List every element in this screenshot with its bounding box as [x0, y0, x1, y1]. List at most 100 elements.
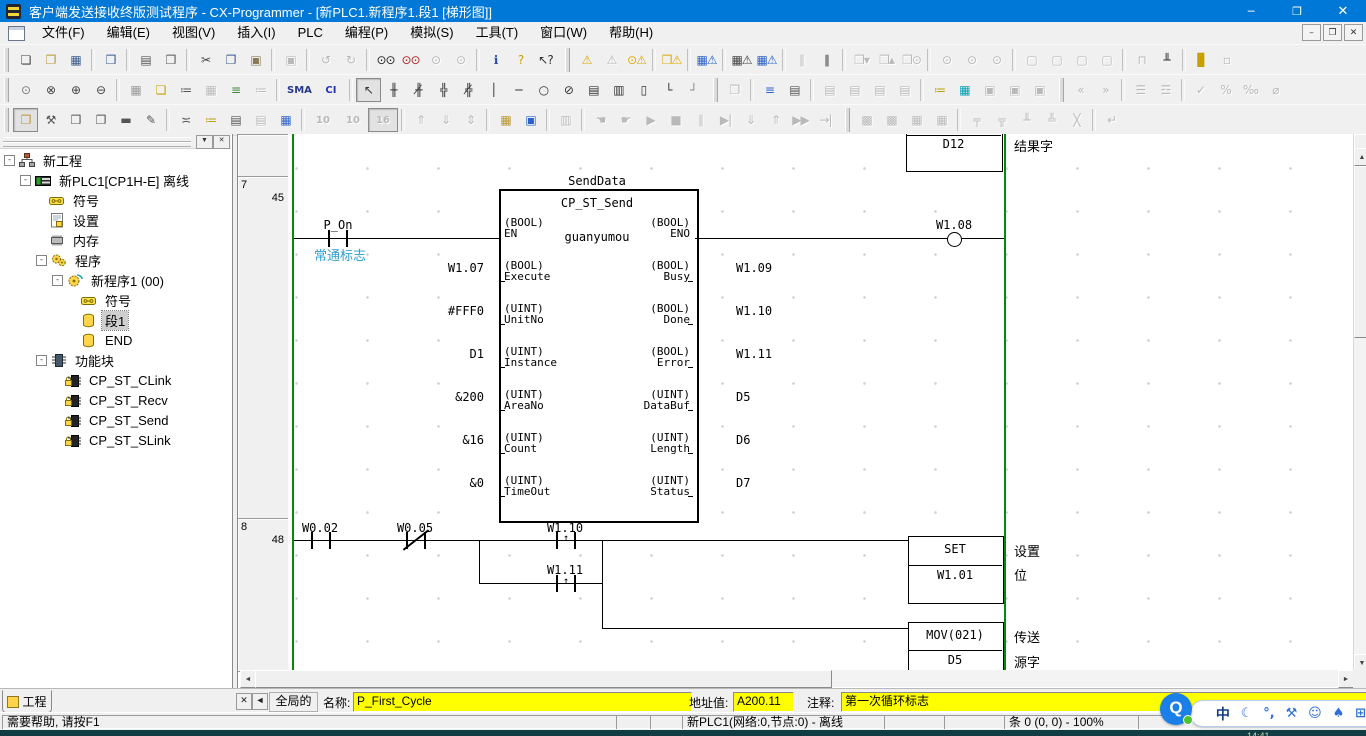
instruction-operand[interactable]: D12 — [906, 138, 1001, 151]
skin-icon[interactable]: ♠ — [1333, 706, 1345, 721]
new-line-connect-icon[interactable]: └ — [656, 78, 681, 102]
menu-6[interactable]: 编程(P) — [334, 22, 399, 44]
vertical-scroll-thumb[interactable] — [1354, 166, 1366, 338]
close-button[interactable]: ✕ — [1320, 0, 1366, 22]
fb-input-operand-Count[interactable]: &16 — [368, 434, 484, 447]
tree-expander-icon[interactable]: - — [36, 255, 47, 266]
program-check-icon[interactable]: ⊙⚠ — [624, 48, 649, 72]
scroll-right-button[interactable]: ► — [1338, 670, 1354, 688]
window-float-icon[interactable]: ❐ — [13, 108, 38, 132]
punctuation-icon[interactable]: °, — [1263, 706, 1274, 721]
show-io-comments-icon[interactable]: ≡ — [223, 78, 248, 102]
menu-3[interactable]: 视图(V) — [161, 22, 226, 44]
ladder-canvas[interactable]: D12 结果字 P_On 常通标志 SendData CP_ST_Send gu… — [288, 134, 1353, 670]
zoom-out-icon[interactable]: ⊖ — [88, 78, 113, 102]
contact-p-on[interactable]: P_On — [308, 218, 368, 232]
toolbar-grip[interactable] — [4, 78, 9, 102]
symbol-name-field[interactable]: P_First_Cycle — [353, 692, 692, 712]
mdi-close-button[interactable]: ✕ — [1344, 24, 1363, 41]
moon-icon[interactable]: ☾ — [1241, 706, 1253, 721]
fb-output-operand-Done[interactable]: W1.10 — [736, 305, 856, 318]
context-help-icon[interactable]: ↖? — [533, 48, 558, 72]
print-preview-icon[interactable]: ❒ — [158, 48, 183, 72]
fb-output-operand-Status[interactable]: D7 — [736, 477, 856, 490]
mdi-minimize-button[interactable]: – — [1302, 24, 1321, 41]
tree-item-程序[interactable]: -程序 — [0, 250, 231, 270]
window-cascade-icon[interactable]: ❐ — [88, 108, 113, 132]
tree-item-新程序1 (00)[interactable]: -新程序1 (00) — [0, 270, 231, 290]
toolbar-grip[interactable] — [4, 108, 9, 132]
menu-8[interactable]: 工具(T) — [465, 22, 530, 44]
coil-w1-08[interactable] — [947, 232, 962, 247]
new-instruction-icon[interactable]: ▤ — [581, 78, 606, 102]
zoom-region-icon[interactable]: ⊗ — [38, 78, 63, 102]
fb-definitions-icon[interactable]: ≡ — [757, 78, 782, 102]
auto-online-icon[interactable]: ▣ — [518, 108, 543, 132]
fb-input-operand-AreaNo[interactable]: &200 — [368, 391, 484, 404]
new-project-icon[interactable]: ❏ — [13, 48, 38, 72]
tree-item-符号[interactable]: 符号 — [0, 290, 231, 310]
minimize-button[interactable]: ─ — [1228, 0, 1274, 22]
time-chart-monitor-icon[interactable]: ╨ — [1154, 48, 1179, 72]
tree-item-CP_ST_SLink[interactable]: CP_ST_SLink — [0, 430, 231, 450]
tree-item-设置[interactable]: 设置 — [0, 210, 231, 230]
open-project-icon[interactable]: ❐ — [38, 48, 63, 72]
zoom-to-selection-icon[interactable]: ⊙ — [13, 78, 38, 102]
new-closed-coil-icon[interactable]: ⊘ — [556, 78, 581, 102]
symbol-address-field[interactable]: A200.11 — [733, 692, 794, 712]
split-handle[interactable] — [1354, 134, 1366, 149]
scroll-up-button[interactable]: ▲ — [1354, 148, 1366, 166]
workspace-pin-button[interactable]: ▼ — [196, 135, 213, 149]
window-properties-icon[interactable]: ✎ — [138, 108, 163, 132]
horizontal-scroll-thumb[interactable] — [255, 670, 832, 688]
window-new-icon[interactable]: ❒ — [63, 108, 88, 132]
exit-simulator-icon[interactable]: ∥ — [814, 48, 839, 72]
tree-item-段1[interactable]: 段1 — [0, 310, 231, 330]
menu-1[interactable]: 文件(F) — [31, 22, 96, 44]
work-online-lock-icon[interactable]: ▦ — [493, 108, 518, 132]
toolbar-grip[interactable] — [4, 48, 9, 72]
menu-7[interactable]: 模拟(S) — [399, 22, 464, 44]
window-tile-icon[interactable]: ▬ — [113, 108, 138, 132]
rung-margin-cell[interactable] — [238, 134, 289, 178]
new-or-contact-icon[interactable]: ╬ — [431, 78, 456, 102]
fb-input-operand-TimeOut[interactable]: &0 — [368, 477, 484, 490]
fb-output-operand-Error[interactable]: W1.11 — [736, 348, 856, 361]
work-online-simulator-icon[interactable]: ▦⚠ — [754, 48, 779, 72]
menu-9[interactable]: 窗口(W) — [529, 22, 598, 44]
toolbar-grip[interactable] — [713, 78, 718, 102]
tab-project[interactable]: 工程 — [2, 690, 52, 713]
tools-icon[interactable]: ⚒ — [1286, 706, 1298, 721]
scroll-left-button[interactable]: ◄ — [240, 670, 256, 688]
print-icon[interactable]: ▤ — [133, 48, 158, 72]
find-icon[interactable]: ⊙⊙ — [373, 48, 398, 72]
menu-2[interactable]: 编辑(E) — [96, 22, 161, 44]
contact-w0-02[interactable]: W0.02 — [290, 521, 350, 535]
tree-item-CP_ST_Recv[interactable]: CP_ST_Recv — [0, 390, 231, 410]
fb-output-operand-Length[interactable]: D6 — [736, 434, 856, 447]
tree-expander-icon[interactable]: - — [52, 275, 63, 286]
horizontal-scrollbar[interactable]: ◄ ► — [240, 670, 1353, 687]
apps-grid-icon[interactable]: ⊞ — [1355, 706, 1366, 721]
mdi-restore-button[interactable]: ❐ — [1323, 24, 1342, 41]
help-topics-icon[interactable]: ? — [508, 48, 533, 72]
compile-program-icon[interactable]: ⚠ — [574, 48, 599, 72]
force-set-icon[interactable]: ▊ — [1189, 48, 1214, 72]
new-pb-instruction-icon[interactable]: ▥ — [606, 78, 631, 102]
drag-grip[interactable] — [3, 142, 191, 147]
compile-all-programs-icon[interactable]: ❒⚠ — [659, 48, 684, 72]
transfer-options-icon[interactable]: ▦⚠ — [694, 48, 719, 72]
selection-tool-icon[interactable]: ↖ — [356, 78, 381, 102]
view-ci-icon[interactable]: CI — [316, 78, 346, 102]
fb-library-icon[interactable]: ▤ — [782, 78, 807, 102]
copy-icon[interactable]: ❐ — [218, 48, 243, 72]
fb-instance-name[interactable]: SendData — [499, 174, 695, 188]
show-address-reference-icon[interactable]: ≔ — [173, 78, 198, 102]
fb-port-view-icon[interactable]: ▦ — [952, 78, 977, 102]
cross-reference-report-icon[interactable]: ≍ — [173, 108, 198, 132]
toggle-grid-icon[interactable]: ▦ — [123, 78, 148, 102]
fb-instance-list-icon[interactable]: ≔ — [927, 78, 952, 102]
fb-input-operand-Execute[interactable]: W1.07 — [368, 262, 484, 275]
toolbar-grip[interactable] — [845, 108, 850, 132]
restore-button[interactable]: ❐ — [1274, 0, 1320, 22]
